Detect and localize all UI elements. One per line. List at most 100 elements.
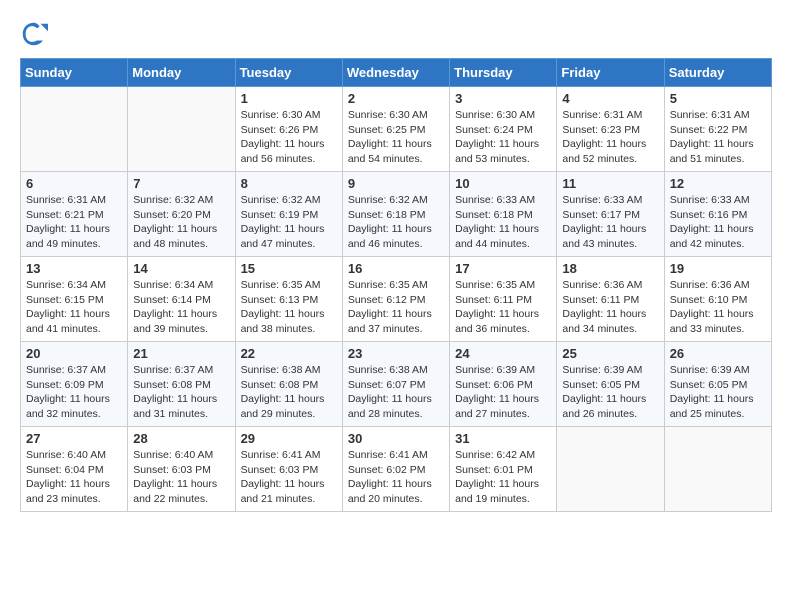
day-info: Sunrise: 6:37 AM Sunset: 6:08 PM Dayligh… — [133, 363, 229, 422]
calendar-cell: 11 Sunrise: 6:33 AM Sunset: 6:17 PM Dayli… — [557, 172, 664, 257]
calendar-header: SundayMondayTuesdayWednesdayThursdayFrid… — [21, 59, 772, 87]
calendar-cell: 6 Sunrise: 6:31 AM Sunset: 6:21 PM Daylig… — [21, 172, 128, 257]
day-info: Sunrise: 6:38 AM Sunset: 6:07 PM Dayligh… — [348, 363, 444, 422]
calendar-cell: 28 Sunrise: 6:40 AM Sunset: 6:03 PM Dayli… — [128, 427, 235, 512]
weekday-header: Friday — [557, 59, 664, 87]
calendar-cell: 7 Sunrise: 6:32 AM Sunset: 6:20 PM Daylig… — [128, 172, 235, 257]
calendar-cell: 19 Sunrise: 6:36 AM Sunset: 6:10 PM Dayli… — [664, 257, 771, 342]
day-info: Sunrise: 6:36 AM Sunset: 6:10 PM Dayligh… — [670, 278, 766, 337]
calendar-cell: 22 Sunrise: 6:38 AM Sunset: 6:08 PM Dayli… — [235, 342, 342, 427]
calendar-week-row: 20 Sunrise: 6:37 AM Sunset: 6:09 PM Dayli… — [21, 342, 772, 427]
day-number: 4 — [562, 91, 658, 106]
calendar-cell: 8Sunrise: 6:32 AM Sunset: 6:19 PM Daylig… — [235, 172, 342, 257]
day-info: Sunrise: 6:31 AM Sunset: 6:23 PM Dayligh… — [562, 108, 658, 167]
weekday-header: Wednesday — [342, 59, 449, 87]
day-info: Sunrise: 6:30 AM Sunset: 6:24 PM Dayligh… — [455, 108, 551, 167]
day-number: 14 — [133, 261, 229, 276]
logo — [20, 20, 52, 48]
day-number: 7 — [133, 176, 229, 191]
day-info: Sunrise: 6:34 AM Sunset: 6:14 PM Dayligh… — [133, 278, 229, 337]
day-number: 5 — [670, 91, 766, 106]
day-number: 29 — [241, 431, 337, 446]
day-info: Sunrise: 6:32 AM Sunset: 6:18 PM Dayligh… — [348, 193, 444, 252]
day-info: Sunrise: 6:37 AM Sunset: 6:09 PM Dayligh… — [26, 363, 122, 422]
day-number: 6 — [26, 176, 122, 191]
day-info: Sunrise: 6:33 AM Sunset: 6:18 PM Dayligh… — [455, 193, 551, 252]
calendar-cell: 17Sunrise: 6:35 AM Sunset: 6:11 PM Dayli… — [450, 257, 557, 342]
day-number: 20 — [26, 346, 122, 361]
day-info: Sunrise: 6:30 AM Sunset: 6:25 PM Dayligh… — [348, 108, 444, 167]
logo-icon — [20, 20, 48, 48]
calendar-cell: 2 Sunrise: 6:30 AM Sunset: 6:25 PM Daylig… — [342, 87, 449, 172]
day-number: 18 — [562, 261, 658, 276]
day-number: 13 — [26, 261, 122, 276]
day-info: Sunrise: 6:38 AM Sunset: 6:08 PM Dayligh… — [241, 363, 337, 422]
day-info: Sunrise: 6:33 AM Sunset: 6:17 PM Dayligh… — [562, 193, 658, 252]
calendar-cell — [128, 87, 235, 172]
calendar-cell — [557, 427, 664, 512]
calendar-cell: 21 Sunrise: 6:37 AM Sunset: 6:08 PM Dayli… — [128, 342, 235, 427]
day-info: Sunrise: 6:36 AM Sunset: 6:11 PM Dayligh… — [562, 278, 658, 337]
calendar-cell: 25 Sunrise: 6:39 AM Sunset: 6:05 PM Dayli… — [557, 342, 664, 427]
day-number: 19 — [670, 261, 766, 276]
day-number: 25 — [562, 346, 658, 361]
day-info: Sunrise: 6:40 AM Sunset: 6:04 PM Dayligh… — [26, 448, 122, 507]
day-info: Sunrise: 6:41 AM Sunset: 6:02 PM Dayligh… — [348, 448, 444, 507]
day-info: Sunrise: 6:40 AM Sunset: 6:03 PM Dayligh… — [133, 448, 229, 507]
calendar-cell: 26 Sunrise: 6:39 AM Sunset: 6:05 PM Dayli… — [664, 342, 771, 427]
calendar-cell: 31 Sunrise: 6:42 AM Sunset: 6:01 PM Dayli… — [450, 427, 557, 512]
day-info: Sunrise: 6:35 AM Sunset: 6:13 PM Dayligh… — [241, 278, 337, 337]
day-info: Sunrise: 6:39 AM Sunset: 6:05 PM Dayligh… — [562, 363, 658, 422]
weekday-header: Sunday — [21, 59, 128, 87]
weekday-row: SundayMondayTuesdayWednesdayThursdayFrid… — [21, 59, 772, 87]
day-info: Sunrise: 6:30 AM Sunset: 6:26 PM Dayligh… — [241, 108, 337, 167]
day-number: 1 — [241, 91, 337, 106]
calendar-cell — [664, 427, 771, 512]
calendar-cell: 4 Sunrise: 6:31 AM Sunset: 6:23 PM Daylig… — [557, 87, 664, 172]
day-number: 12 — [670, 176, 766, 191]
weekday-header: Monday — [128, 59, 235, 87]
calendar-cell: 16Sunrise: 6:35 AM Sunset: 6:12 PM Dayli… — [342, 257, 449, 342]
calendar-cell: 5 Sunrise: 6:31 AM Sunset: 6:22 PM Daylig… — [664, 87, 771, 172]
day-info: Sunrise: 6:35 AM Sunset: 6:12 PM Dayligh… — [348, 278, 444, 337]
day-number: 31 — [455, 431, 551, 446]
day-info: Sunrise: 6:32 AM Sunset: 6:20 PM Dayligh… — [133, 193, 229, 252]
calendar-cell: 29 Sunrise: 6:41 AM Sunset: 6:03 PM Dayli… — [235, 427, 342, 512]
day-number: 23 — [348, 346, 444, 361]
day-number: 21 — [133, 346, 229, 361]
day-number: 27 — [26, 431, 122, 446]
day-number: 22 — [241, 346, 337, 361]
day-info: Sunrise: 6:39 AM Sunset: 6:05 PM Dayligh… — [670, 363, 766, 422]
day-info: Sunrise: 6:32 AM Sunset: 6:19 PM Dayligh… — [241, 193, 337, 252]
calendar-cell: 1 Sunrise: 6:30 AM Sunset: 6:26 PM Daylig… — [235, 87, 342, 172]
day-number: 11 — [562, 176, 658, 191]
calendar-cell: 14 Sunrise: 6:34 AM Sunset: 6:14 PM Dayli… — [128, 257, 235, 342]
calendar-cell: 9Sunrise: 6:32 AM Sunset: 6:18 PM Daylig… — [342, 172, 449, 257]
calendar-cell: 30 Sunrise: 6:41 AM Sunset: 6:02 PM Dayli… — [342, 427, 449, 512]
day-number: 30 — [348, 431, 444, 446]
weekday-header: Tuesday — [235, 59, 342, 87]
day-number: 17 — [455, 261, 551, 276]
day-number: 24 — [455, 346, 551, 361]
weekday-header: Saturday — [664, 59, 771, 87]
calendar-cell: 24 Sunrise: 6:39 AM Sunset: 6:06 PM Dayli… — [450, 342, 557, 427]
calendar-cell: 10 Sunrise: 6:33 AM Sunset: 6:18 PM Dayli… — [450, 172, 557, 257]
day-number: 26 — [670, 346, 766, 361]
page-header — [20, 20, 772, 48]
day-info: Sunrise: 6:41 AM Sunset: 6:03 PM Dayligh… — [241, 448, 337, 507]
day-info: Sunrise: 6:31 AM Sunset: 6:21 PM Dayligh… — [26, 193, 122, 252]
calendar-cell: 3 Sunrise: 6:30 AM Sunset: 6:24 PM Daylig… — [450, 87, 557, 172]
calendar-table: SundayMondayTuesdayWednesdayThursdayFrid… — [20, 58, 772, 512]
calendar-cell: 13 Sunrise: 6:34 AM Sunset: 6:15 PM Dayli… — [21, 257, 128, 342]
day-number: 2 — [348, 91, 444, 106]
day-number: 15 — [241, 261, 337, 276]
calendar-cell: 27 Sunrise: 6:40 AM Sunset: 6:04 PM Dayli… — [21, 427, 128, 512]
day-info: Sunrise: 6:34 AM Sunset: 6:15 PM Dayligh… — [26, 278, 122, 337]
calendar-cell: 15 Sunrise: 6:35 AM Sunset: 6:13 PM Dayli… — [235, 257, 342, 342]
day-number: 28 — [133, 431, 229, 446]
day-info: Sunrise: 6:39 AM Sunset: 6:06 PM Dayligh… — [455, 363, 551, 422]
day-number: 3 — [455, 91, 551, 106]
day-info: Sunrise: 6:31 AM Sunset: 6:22 PM Dayligh… — [670, 108, 766, 167]
day-number: 10 — [455, 176, 551, 191]
day-info: Sunrise: 6:42 AM Sunset: 6:01 PM Dayligh… — [455, 448, 551, 507]
